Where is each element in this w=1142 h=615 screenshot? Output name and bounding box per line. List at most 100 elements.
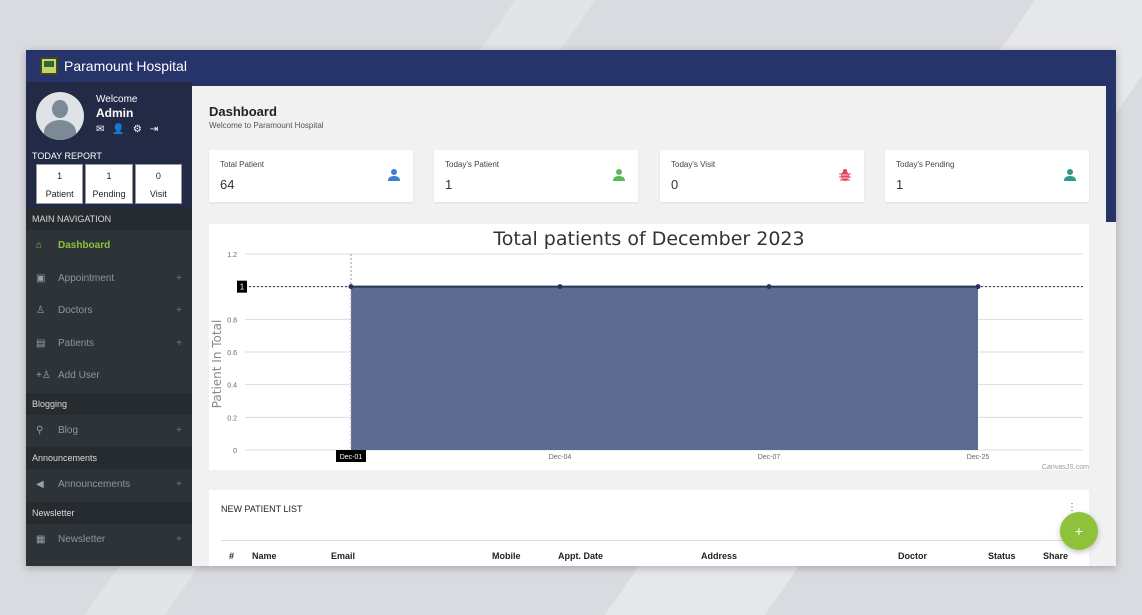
y-tick-label: 0.8: [227, 317, 237, 324]
app-title: Paramount Hospital: [64, 58, 187, 74]
report-pending: 1 Pending: [85, 164, 133, 204]
user-name: Admin: [96, 106, 134, 120]
hospital-logo-icon: [40, 57, 58, 75]
col-header: Status: [988, 551, 1016, 561]
data-point: [975, 284, 981, 290]
page-subtitle: Welcome to Paramount Hospital: [209, 121, 324, 130]
welcome-text: Welcome: [96, 94, 138, 105]
blogging-heading: Blogging: [26, 392, 192, 415]
stat-label: Today's Visit: [671, 160, 716, 169]
user-icon: [388, 169, 400, 181]
sidebar-item-patients[interactable]: ▤ Patients +: [26, 328, 192, 361]
sidebar-item-label: Announcements: [58, 479, 131, 490]
user-icon[interactable]: 👤: [112, 124, 124, 135]
user-panel: Welcome Admin ✉ 👤 ⚙ ⇥: [26, 82, 192, 150]
mail-icon[interactable]: ✉: [96, 124, 104, 135]
expand-icon: +: [176, 305, 182, 316]
bug-icon: [839, 169, 851, 181]
logout-icon[interactable]: ⇥: [150, 124, 158, 135]
sidebar-item-announcements[interactable]: ◀ Announcements +: [26, 469, 192, 502]
avatar: [36, 92, 84, 140]
megaphone-icon: ◀: [36, 479, 44, 490]
newsletter-icon: ▦: [36, 533, 46, 545]
report-visit: 0 Visit: [134, 164, 182, 204]
col-header: Share: [1043, 551, 1069, 561]
blog-icon: ⚲: [36, 424, 44, 436]
add-user-icon: +♙: [36, 370, 51, 381]
sidebar-item-dashboard[interactable]: ⌂ Dashboard: [26, 230, 192, 263]
list-title: NEW PATIENT LIST: [221, 504, 303, 514]
table-header: # Name Email Mobile Appt. Date Address D…: [221, 540, 1081, 566]
announcements-heading: Announcements: [26, 447, 192, 469]
col-header: Email: [331, 551, 356, 561]
y-tick-label: 0.6: [227, 350, 237, 357]
sidebar-item-label: Appointment: [58, 272, 115, 284]
today-report: 1 Patient 1 Pending 0 Visit: [26, 164, 192, 208]
calendar-icon: ▣: [36, 272, 46, 284]
report-label: Patient: [45, 189, 74, 199]
y-axis-title: Patient In Total: [210, 320, 224, 409]
brand[interactable]: Paramount Hospital: [26, 50, 192, 82]
sidebar-item-label: Patients: [58, 337, 95, 349]
app-window: Paramount Hospital Welcome Admin ✉ 👤 ⚙ ⇥…: [26, 50, 1116, 566]
report-value: 0: [155, 171, 161, 181]
sidebar-item-doctors[interactable]: ♙ Doctors +: [26, 295, 192, 328]
sidebar-item-label: Add User: [58, 370, 100, 381]
report-label: Pending: [92, 189, 126, 199]
stat-todays-pending[interactable]: Today's Pending 1: [885, 150, 1089, 202]
sidebar-item-appointment[interactable]: ▣ Appointment +: [26, 263, 192, 296]
today-report-title: TODAY REPORT: [26, 150, 192, 164]
expand-icon: +: [176, 424, 182, 436]
newsletter-heading: Newsletter: [26, 501, 192, 524]
patients-icon: ▤: [36, 337, 46, 349]
report-value: 1: [57, 171, 63, 181]
col-header: Mobile: [492, 551, 521, 561]
data-point: [557, 284, 563, 290]
stat-value: 64: [220, 177, 235, 192]
patients-chart: Total patients of December 2023 0 0.2 0.4 0…: [209, 224, 1089, 471]
home-icon: ⌂: [36, 240, 43, 251]
stat-value: 1: [445, 177, 453, 192]
stat-total-patient[interactable]: Total Patient 64: [209, 150, 413, 202]
sidebar-item-add-user[interactable]: +♙ Add User: [26, 360, 192, 393]
area-fill: [351, 286, 978, 450]
stat-todays-visit[interactable]: Today's Visit 0: [660, 150, 864, 202]
sidebar-item-label: Newsletter: [58, 533, 106, 545]
stat-label: Today's Patient: [445, 160, 500, 169]
data-point: [766, 284, 772, 290]
new-patient-list: NEW PATIENT LIST ⋮ # Name Email Mobile A…: [209, 490, 1089, 566]
stat-label: Today's Pending: [896, 160, 955, 169]
chart-credit[interactable]: CanvasJS.com: [1042, 464, 1089, 471]
expand-icon: +: [176, 337, 182, 349]
col-header: Address: [701, 551, 738, 561]
stat-todays-patient[interactable]: Today's Patient 1: [434, 150, 638, 202]
x-tick-label: Dec-01: [340, 454, 363, 461]
sidebar: Welcome Admin ✉ 👤 ⚙ ⇥ TODAY REPORT 1 Pat…: [26, 82, 192, 566]
expand-icon: +: [176, 479, 182, 490]
chart-canvas[interactable]: 0 0.2 0.4 0.6 0.8 1.2 Patient In Total Dec-01 De…: [209, 224, 1089, 470]
report-label: Visit: [149, 189, 167, 199]
stat-label: Total Patient: [220, 160, 265, 169]
user-icon: [613, 169, 625, 181]
col-header: #: [229, 551, 235, 561]
x-tick-label: Dec-07: [758, 454, 781, 461]
x-tick-label: Dec-25: [967, 454, 990, 461]
expand-icon: +: [176, 533, 182, 545]
sidebar-item-label: Blog: [58, 424, 79, 436]
doctor-icon: ♙: [36, 305, 45, 316]
crosshair-y-label: 1: [240, 283, 245, 292]
user-actions: ✉ 👤 ⚙ ⇥: [96, 124, 158, 135]
expand-icon: +: [176, 272, 182, 284]
sidebar-item-blog[interactable]: ⚲ Blog +: [26, 415, 192, 448]
sidebar-item-newsletter[interactable]: ▦ Newsletter +: [26, 524, 192, 557]
col-header: Appt. Date: [558, 551, 603, 561]
y-tick-label: 1.2: [227, 252, 237, 259]
main-navigation-heading: MAIN NAVIGATION: [26, 208, 192, 230]
y-tick-label: 0.2: [227, 415, 237, 422]
report-value: 1: [106, 171, 112, 181]
report-patient: 1 Patient: [36, 164, 84, 204]
add-fab-button[interactable]: +: [1060, 512, 1098, 550]
sidebar-item-label: Doctors: [58, 305, 93, 316]
main-content: Dashboard Welcome to Paramount Hospital …: [192, 86, 1106, 566]
gear-icon[interactable]: ⚙: [133, 124, 142, 135]
